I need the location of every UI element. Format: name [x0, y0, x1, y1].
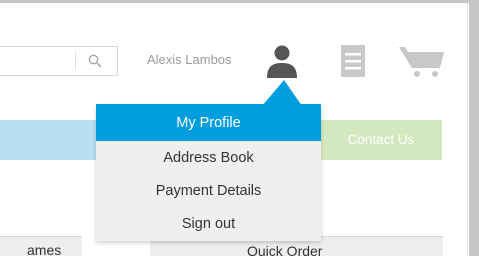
cart-icon[interactable] — [398, 44, 446, 78]
quick-order-heading: Quick Order — [247, 243, 323, 256]
person-icon[interactable] — [265, 44, 299, 78]
dropdown-pointer — [262, 80, 302, 106]
menu-item-sign-out[interactable]: Sign out — [96, 208, 321, 241]
nav-item-highlighted[interactable] — [0, 120, 108, 160]
account-dropdown-menu: My Profile Address Book Payment Details … — [96, 104, 321, 241]
top-border — [0, 0, 479, 3]
menu-item-payment-details[interactable]: Payment Details — [96, 175, 321, 208]
page-frame: Alexis Lambos Contact Us ames Quick Orde… — [0, 0, 479, 256]
contact-us-label[interactable]: Contact Us — [320, 120, 442, 160]
menu-item-my-profile[interactable]: My Profile — [96, 104, 321, 141]
left-tab[interactable]: ames — [0, 236, 82, 256]
list-icon[interactable] — [340, 44, 366, 78]
user-name[interactable]: Alexis Lambos — [147, 52, 232, 67]
left-tab-label: ames — [27, 242, 62, 256]
menu-item-address-book[interactable]: Address Book — [96, 142, 321, 175]
search-bar[interactable] — [0, 46, 118, 76]
search-divider — [75, 52, 76, 70]
right-border — [469, 0, 479, 256]
search-icon[interactable] — [88, 54, 102, 68]
content-edge — [467, 3, 468, 256]
